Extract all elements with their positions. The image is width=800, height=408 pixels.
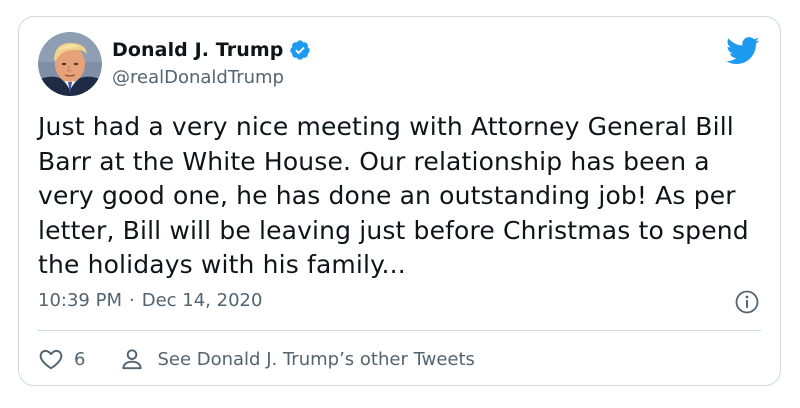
divider — [38, 330, 761, 331]
heart-icon[interactable] — [38, 346, 64, 372]
twitter-bird-icon[interactable] — [726, 37, 760, 65]
tweet-card: Donald J. Trump @realDonaldTrump Just ha… — [18, 16, 781, 386]
tweet-text: Just had a very nice meeting with Attorn… — [38, 112, 749, 279]
author-handle[interactable]: @realDonaldTrump — [112, 67, 284, 88]
tweet-timestamp[interactable]: 10:39 PM · Dec 14, 2020 — [38, 290, 262, 311]
see-other-tweets-label[interactable]: See Donald J. Trump’s other Tweets — [157, 349, 474, 370]
person-icon[interactable] — [119, 346, 145, 372]
avatar-image — [38, 32, 102, 96]
tweet-date[interactable]: Dec 14, 2020 — [142, 290, 263, 311]
author-display-name[interactable]: Donald J. Trump — [112, 39, 283, 61]
verified-badge-icon — [289, 39, 311, 61]
see-other-tweets-link[interactable]: See Donald J. Trump’s other Tweets — [119, 346, 475, 372]
like-button[interactable]: 6 — [38, 346, 85, 372]
tweet-time[interactable]: 10:39 PM — [38, 290, 122, 311]
author-name-row[interactable]: Donald J. Trump — [112, 39, 311, 61]
tweet-actions: 6 See Donald J. Trump’s other Tweets — [38, 344, 475, 374]
avatar[interactable] — [38, 32, 102, 96]
like-count[interactable]: 6 — [74, 349, 85, 370]
timestamp-separator: · — [128, 290, 135, 311]
info-icon[interactable] — [734, 289, 760, 315]
